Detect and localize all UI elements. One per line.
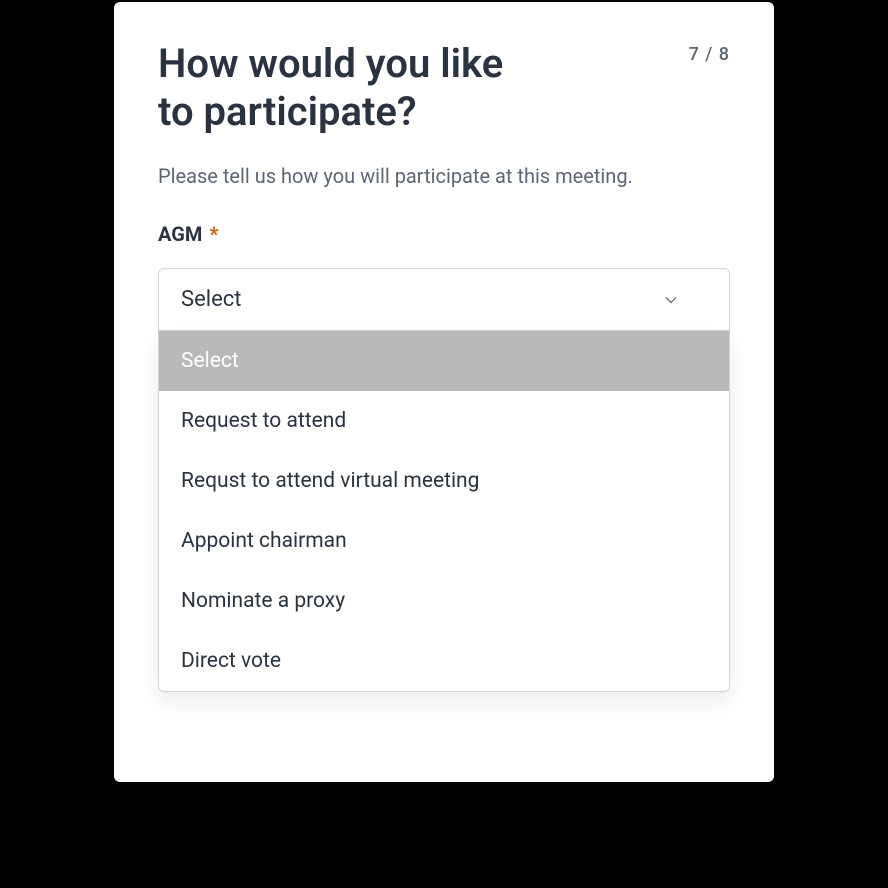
select-option[interactable]: Appoint chairman — [159, 511, 729, 571]
step-indicator: 7 / 8 — [689, 40, 730, 65]
select-option[interactable]: Nominate a proxy — [159, 571, 729, 631]
required-asterisk: * — [209, 222, 218, 246]
field-label-text: AGM — [158, 222, 202, 246]
select-option[interactable]: Select — [159, 331, 729, 391]
participation-select: Select Select Request to attend Requst t… — [158, 268, 730, 692]
form-header: How would you like to participate? 7 / 8 — [158, 40, 730, 136]
select-control[interactable]: Select — [158, 268, 730, 331]
chevron-down-icon — [661, 290, 681, 310]
field-label-agm: AGM * — [158, 222, 730, 246]
select-option[interactable]: Requst to attend virtual meeting — [159, 451, 729, 511]
select-option[interactable]: Direct vote — [159, 631, 729, 691]
page-subtitle: Please tell us how you will participate … — [158, 164, 730, 188]
form-card: How would you like to participate? 7 / 8… — [114, 2, 774, 782]
select-value: Select — [181, 287, 241, 312]
page-title: How would you like to participate? — [158, 40, 503, 136]
select-dropdown: Select Request to attend Requst to atten… — [158, 331, 730, 692]
select-option[interactable]: Request to attend — [159, 391, 729, 451]
